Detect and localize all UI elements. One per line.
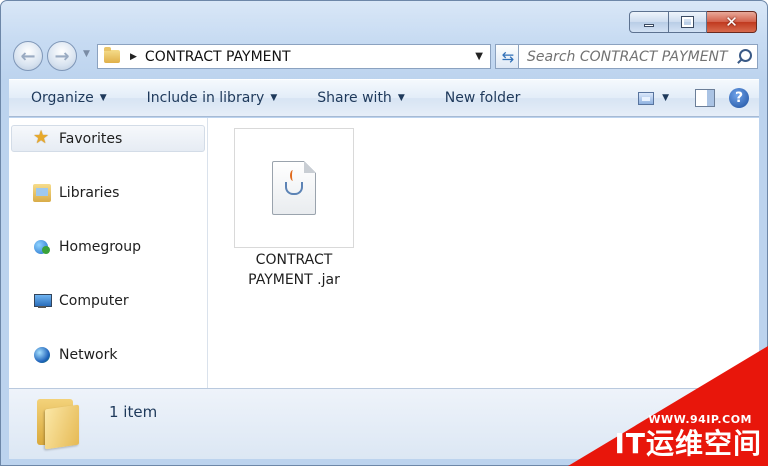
nav-item-label: Computer (59, 293, 129, 309)
nav-buttons: ← → ▼ (13, 41, 99, 71)
recent-pages-dropdown-icon[interactable]: ▼ (83, 49, 90, 59)
breadcrumb-current[interactable]: CONTRACT PAYMENT (145, 49, 475, 65)
share-with-menu[interactable]: Share with ▼ (295, 90, 422, 106)
file-name-label[interactable]: CONTRACT PAYMENT .jar (224, 250, 364, 290)
nav-item-favorites[interactable]: Favorites (33, 127, 122, 151)
chevron-down-icon: ▼ (99, 93, 107, 103)
minimize-button[interactable] (629, 11, 669, 33)
nav-item-label: Network (59, 347, 118, 363)
java-jar-icon (272, 161, 316, 215)
watermark-text: IT运维空间 (614, 427, 762, 460)
navigation-row: ← → ▼ ▶ CONTRACT PAYMENT ▼ ⇆ (11, 41, 758, 71)
maximize-icon (681, 16, 694, 28)
folder-icon (33, 397, 81, 450)
refresh-icon: ⇆ (501, 47, 515, 66)
forward-arrow-icon: → (54, 45, 70, 67)
address-dropdown-icon[interactable]: ▼ (475, 51, 483, 62)
file-name-line: CONTRACT (255, 252, 333, 268)
item-count: 1 item (109, 403, 158, 421)
include-in-library-menu[interactable]: Include in library ▼ (125, 90, 296, 106)
star-icon (33, 127, 51, 148)
command-bar-right: ▼ ? (638, 88, 759, 108)
chevron-down-icon: ▼ (397, 93, 405, 103)
watermark: WWW.94IP.COM IT运维空间 (568, 346, 768, 466)
new-folder-label: New folder (444, 90, 521, 106)
navigation-pane: Favorites Libraries Homegroup Computer N… (9, 118, 208, 388)
search-input[interactable] (527, 46, 732, 67)
forward-button[interactable]: → (47, 41, 77, 71)
nav-item-libraries[interactable]: Libraries (33, 181, 119, 205)
breadcrumb-chevron-icon[interactable]: ▶ (130, 52, 137, 62)
nav-item-label: Favorites (59, 131, 123, 147)
nav-item-label: Libraries (59, 185, 120, 201)
chevron-down-icon: ▼ (270, 93, 278, 103)
organize-menu[interactable]: Organize ▼ (9, 90, 125, 106)
new-folder-button[interactable]: New folder (423, 90, 539, 106)
change-view-icon[interactable] (638, 91, 655, 105)
nav-item-computer[interactable]: Computer (33, 289, 129, 313)
folder-icon (104, 47, 120, 63)
view-options-dropdown-icon[interactable]: ▼ (662, 93, 669, 103)
file-item[interactable] (234, 128, 354, 248)
homegroup-icon (33, 238, 51, 256)
nav-item-network[interactable]: Network (33, 343, 117, 367)
caption-buttons: ✕ (629, 11, 757, 33)
maximize-button[interactable] (669, 11, 707, 33)
nav-item-homegroup[interactable]: Homegroup (33, 235, 141, 259)
close-button[interactable]: ✕ (707, 11, 757, 33)
search-icon[interactable] (732, 46, 754, 68)
java-steam-icon (290, 170, 296, 181)
include-in-library-label: Include in library (146, 90, 265, 106)
back-button[interactable]: ← (13, 41, 43, 71)
back-arrow-icon: ← (20, 45, 36, 67)
folder-front-shape (45, 404, 79, 450)
share-with-label: Share with (317, 90, 392, 106)
computer-icon (33, 292, 52, 310)
address-bar[interactable]: ▶ CONTRACT PAYMENT ▼ (97, 44, 491, 69)
libraries-icon (33, 184, 51, 202)
help-icon[interactable]: ? (729, 88, 749, 108)
organize-label: Organize (31, 90, 94, 106)
search-box[interactable] (518, 44, 758, 69)
command-bar: Organize ▼ Include in library ▼ Share with… (9, 79, 759, 117)
preview-pane-icon[interactable] (695, 89, 715, 107)
minimize-icon (644, 23, 654, 27)
java-cup-icon (285, 182, 303, 195)
close-icon: ✕ (725, 13, 738, 31)
file-name-line: PAYMENT .jar (248, 272, 340, 288)
network-icon (33, 346, 51, 364)
nav-item-label: Homegroup (59, 239, 142, 255)
